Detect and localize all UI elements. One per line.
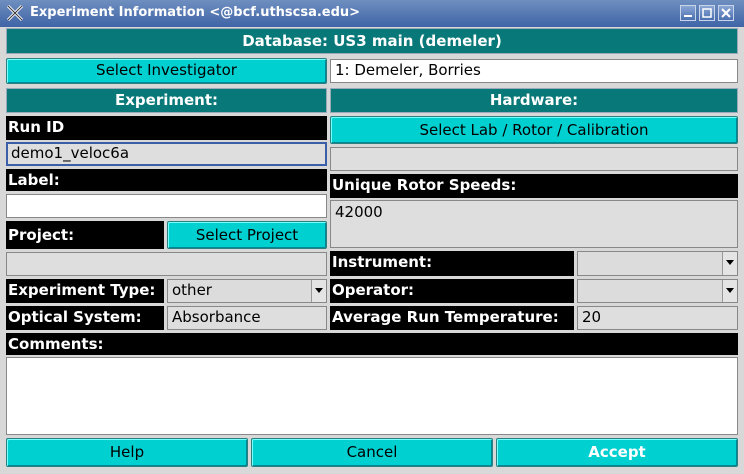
average-run-temperature-field[interactable]: 20 [577,306,738,330]
unique-rotor-speeds-field[interactable]: 42000 [330,200,738,248]
close-button[interactable] [718,5,734,21]
help-button[interactable]: Help [6,438,248,467]
operator-dropdown[interactable] [722,280,737,302]
dialog-content: Database: US3 main (demeler) Select Inve… [0,27,744,474]
experiment-section-header: Experiment: [6,88,327,113]
select-project-button[interactable]: Select Project [167,221,327,249]
experiment-type-label: Experiment Type: [6,279,164,303]
project-field[interactable] [6,252,327,276]
instrument-select[interactable] [577,251,738,276]
optical-system-label: Optical System: [6,306,164,330]
window-title: Experiment Information <@bcf.uthscsa.edu… [30,5,361,20]
project-label: Project: [6,221,164,249]
comments-label: Comments: [6,333,738,355]
average-run-temperature-label: Average Run Temperature: [330,306,574,330]
operator-label: Operator: [330,279,574,303]
label-label: Label: [6,169,327,191]
minimize-button[interactable] [680,5,696,21]
experiment-type-dropdown[interactable] [311,280,326,302]
investigator-field[interactable]: 1: Demeler, Borries [330,59,738,83]
experiment-type-select[interactable]: other [167,279,327,303]
maximize-icon [702,8,712,18]
cancel-button[interactable]: Cancel [251,438,493,467]
optical-system-field[interactable]: Absorbance [167,306,327,330]
chevron-down-icon [315,288,323,293]
chevron-down-icon [726,288,734,293]
database-header: Database: US3 main (demeler) [6,28,738,54]
accept-button[interactable]: Accept [496,438,738,467]
operator-select[interactable] [577,279,738,303]
comments-textarea[interactable] [6,357,738,435]
hardware-section-header: Hardware: [330,88,738,113]
minimize-icon [684,15,692,17]
maximize-button[interactable] [699,5,715,21]
run-id-label: Run ID [6,116,327,140]
close-icon [721,8,731,18]
title-bar[interactable]: Experiment Information <@bcf.uthscsa.edu… [0,0,744,27]
instrument-dropdown[interactable] [722,252,737,275]
unique-rotor-speeds-label: Unique Rotor Speeds: [330,174,738,198]
instrument-label: Instrument: [330,251,574,276]
app-x-icon [6,4,24,22]
chevron-down-icon [726,260,734,265]
select-lab-rotor-calibration-button[interactable]: Select Lab / Rotor / Calibration [330,116,738,144]
select-investigator-button[interactable]: Select Investigator [6,58,327,84]
label-input[interactable] [6,194,327,218]
run-id-input[interactable]: demo1_veloc6a [6,142,327,166]
experiment-type-value: other [172,281,212,299]
lab-rotor-field[interactable] [330,147,738,171]
